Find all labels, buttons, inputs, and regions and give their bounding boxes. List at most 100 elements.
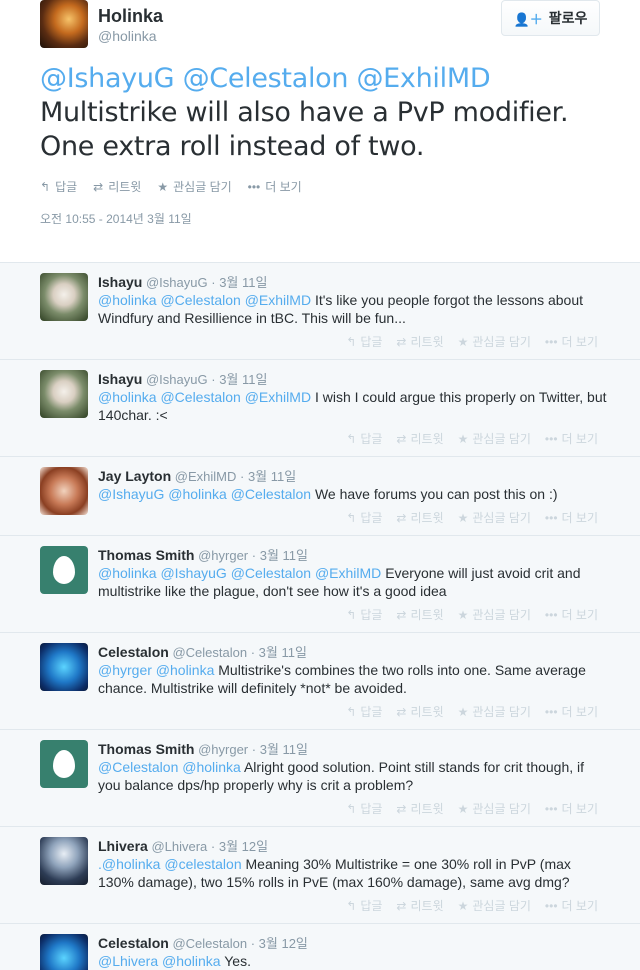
- reply-author[interactable]: Celestalon: [98, 644, 169, 660]
- tweet-mentions[interactable]: @IshayuG @Celestalon @ExhilMD: [40, 63, 491, 94]
- tweet-timestamp[interactable]: 오전 10:55 - 2014년 3월 11일: [40, 210, 192, 227]
- retweet-button[interactable]: ⇄ 리트윗: [396, 430, 443, 447]
- add-user-icon: 👤＋: [513, 11, 543, 27]
- avatar[interactable]: [40, 273, 88, 321]
- more-button[interactable]: ••• 더 보기: [545, 333, 598, 350]
- reply-author[interactable]: Thomas Smith: [98, 741, 194, 757]
- avatar[interactable]: [40, 546, 88, 594]
- reply-mentions[interactable]: .@holinka @celestalon: [98, 856, 242, 872]
- reply-mentions[interactable]: @IshayuG @holinka @Celestalon: [98, 486, 311, 502]
- reply-button[interactable]: ↰ 답글: [346, 606, 382, 623]
- more-icon: •••: [544, 898, 558, 913]
- retweet-button[interactable]: ⇄ 리트윗: [396, 703, 443, 720]
- reply-button[interactable]: ↰ 답글: [346, 703, 382, 720]
- reply-handle[interactable]: @hyrger: [198, 742, 248, 757]
- favorite-button[interactable]: ★ 관심글 담기: [458, 606, 531, 623]
- more-button[interactable]: ••• 더 보기: [248, 178, 302, 195]
- reply-item[interactable]: Jay Layton @ExhilMD · 3월 11일 @IshayuG @h…: [0, 457, 640, 536]
- reply-handle[interactable]: @Celestalon: [172, 936, 247, 951]
- favorite-button[interactable]: ★ 관심글 담기: [458, 703, 531, 720]
- author-handle[interactable]: @holinka: [98, 28, 157, 44]
- reply-date[interactable]: 3월 11일: [248, 469, 296, 484]
- avatar[interactable]: [40, 934, 88, 970]
- retweet-button[interactable]: ⇄ 리트윗: [396, 606, 443, 623]
- reply-button[interactable]: ↰ 답글: [346, 897, 382, 914]
- tweet-text: @IshayuG @Celestalon @ExhilMD Multistrik…: [40, 62, 620, 164]
- reply-item[interactable]: Thomas Smith @hyrger · 3월 11일 @holinka @…: [0, 536, 640, 633]
- reply-author[interactable]: Lhivera: [98, 838, 148, 854]
- retweet-button[interactable]: ⇄ 리트윗: [396, 509, 443, 526]
- reply-handle[interactable]: @ExhilMD: [175, 469, 237, 484]
- reply-mentions[interactable]: @Celestalon @holinka: [98, 759, 241, 775]
- reply-date[interactable]: 3월 12일: [259, 936, 308, 951]
- reply-author[interactable]: Ishayu: [98, 371, 142, 387]
- egg-icon: [53, 556, 75, 584]
- more-label: 더 보기: [561, 432, 598, 446]
- avatar[interactable]: [40, 0, 88, 48]
- reply-author[interactable]: Ishayu: [98, 274, 142, 290]
- reply-mentions[interactable]: @holinka @Celestalon @ExhilMD: [98, 389, 311, 405]
- reply-author[interactable]: Celestalon: [98, 935, 169, 951]
- reply-label: 답글: [360, 335, 383, 349]
- retweet-button[interactable]: ⇄ 리트윗: [396, 333, 443, 350]
- reply-mentions[interactable]: @holinka @IshayuG @Celestalon @ExhilMD: [98, 565, 381, 581]
- reply-handle[interactable]: @Lhivera: [151, 839, 207, 854]
- reply-mentions[interactable]: @holinka @Celestalon @ExhilMD: [98, 292, 311, 308]
- avatar[interactable]: [40, 467, 88, 515]
- retweet-icon: ⇄: [396, 801, 407, 816]
- favorite-button[interactable]: ★ 관심글 담기: [458, 509, 531, 526]
- reply-button[interactable]: ↰ 답글: [346, 333, 382, 350]
- reply-date[interactable]: 3월 11일: [260, 548, 308, 563]
- more-button[interactable]: ••• 더 보기: [545, 897, 598, 914]
- more-button[interactable]: ••• 더 보기: [545, 606, 598, 623]
- reply-date[interactable]: 3월 11일: [260, 742, 308, 757]
- reply-handle[interactable]: @IshayuG: [146, 275, 208, 290]
- avatar[interactable]: [40, 643, 88, 691]
- reply-item[interactable]: Lhivera @Lhivera · 3월 12일 .@holinka @cel…: [0, 827, 640, 924]
- reply-handle[interactable]: @hyrger: [198, 548, 248, 563]
- reply-date[interactable]: 3월 12일: [219, 839, 268, 854]
- reply-item[interactable]: Celestalon @Celestalon · 3월 12일 @Lhivera…: [0, 924, 640, 970]
- favorite-button[interactable]: ★ 관심글 담기: [458, 897, 531, 914]
- avatar[interactable]: [40, 370, 88, 418]
- reply-handle[interactable]: @IshayuG: [146, 372, 208, 387]
- star-icon: ★: [457, 334, 469, 349]
- author-name[interactable]: Holinka: [98, 6, 163, 27]
- reply-handle[interactable]: @Celestalon: [172, 645, 247, 660]
- reply-date[interactable]: 3월 11일: [219, 275, 267, 290]
- egg-icon: [53, 750, 75, 778]
- reply-item[interactable]: Ishayu @IshayuG · 3월 11일 @holinka @Celes…: [0, 360, 640, 457]
- reply-item[interactable]: Thomas Smith @hyrger · 3월 11일 @Celestalo…: [0, 730, 640, 827]
- reply-date[interactable]: 3월 11일: [259, 645, 307, 660]
- favorite-button[interactable]: ★ 관심글 담기: [458, 430, 531, 447]
- favorite-button[interactable]: ★ 관심글 담기: [157, 178, 231, 195]
- retweet-label: 리트윗: [410, 899, 444, 913]
- reply-mentions[interactable]: @Lhivera @holinka: [98, 953, 221, 969]
- reply-button[interactable]: ↰ 답글: [40, 178, 77, 195]
- reply-item[interactable]: Ishayu @IshayuG · 3월 11일 @holinka @Celes…: [0, 263, 640, 360]
- reply-button[interactable]: ↰ 답글: [346, 800, 382, 817]
- reply-button[interactable]: ↰ 답글: [346, 509, 382, 526]
- more-button[interactable]: ••• 더 보기: [545, 430, 598, 447]
- reply-author[interactable]: Thomas Smith: [98, 547, 194, 563]
- reply-mentions[interactable]: @hyrger @holinka: [98, 662, 214, 678]
- follow-button[interactable]: 👤＋ 팔로우: [501, 0, 600, 36]
- star-icon: ★: [457, 510, 469, 525]
- more-button[interactable]: ••• 더 보기: [545, 800, 598, 817]
- more-icon: •••: [544, 334, 558, 349]
- retweet-button[interactable]: ⇄ 리트윗: [396, 800, 443, 817]
- retweet-button[interactable]: ⇄ 리트윗: [396, 897, 443, 914]
- more-button[interactable]: ••• 더 보기: [545, 703, 598, 720]
- favorite-label: 관심글 담기: [472, 802, 531, 816]
- avatar[interactable]: [40, 740, 88, 788]
- retweet-button[interactable]: ⇄ 리트윗: [93, 178, 141, 195]
- reply-item[interactable]: Celestalon @Celestalon · 3월 11일 @hyrger …: [0, 633, 640, 730]
- favorite-button[interactable]: ★ 관심글 담기: [458, 333, 531, 350]
- more-button[interactable]: ••• 더 보기: [545, 509, 598, 526]
- retweet-label: 리트윗: [410, 432, 444, 446]
- reply-author[interactable]: Jay Layton: [98, 468, 171, 484]
- avatar[interactable]: [40, 837, 88, 885]
- favorite-button[interactable]: ★ 관심글 담기: [458, 800, 531, 817]
- reply-button[interactable]: ↰ 답글: [346, 430, 382, 447]
- reply-date[interactable]: 3월 11일: [219, 372, 267, 387]
